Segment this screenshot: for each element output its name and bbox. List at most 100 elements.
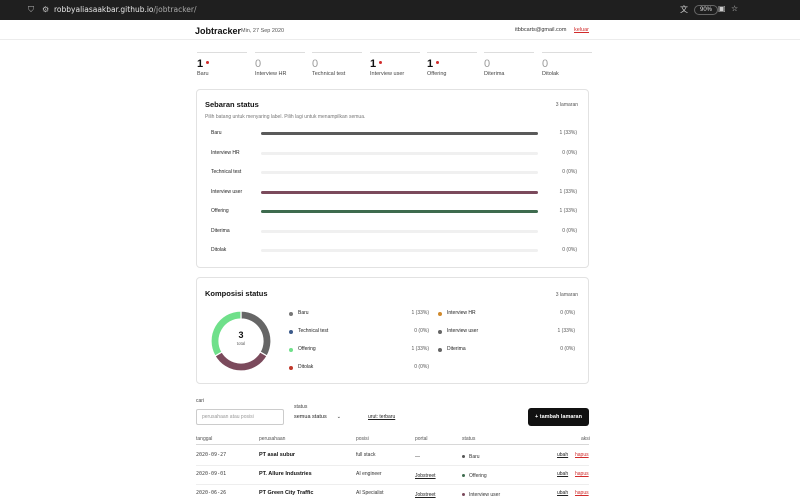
stat-diterima[interactable]: 0 Diterima <box>484 52 534 77</box>
address-bar[interactable]: robbyaliasaakbar.github.io/jobtracker/ <box>54 5 197 14</box>
bar-label: Diterima <box>211 227 230 234</box>
stat-count: 1 <box>427 58 477 70</box>
bar-value: 0 (0%) <box>562 149 577 156</box>
legend-dot-icon <box>289 330 293 334</box>
stat-count-value: 0 <box>255 58 262 70</box>
col-header-actions: aksi <box>581 436 590 442</box>
bar-row-diterima[interactable]: Diterima 0 (0%) <box>211 228 577 236</box>
alert-dot-icon <box>436 60 440 64</box>
donut-slice-interview-user <box>214 351 268 372</box>
row-status: Interview user <box>462 492 500 498</box>
row-portal: — <box>415 454 420 460</box>
url-path: /jobtracker/ <box>153 5 197 14</box>
stat-interview-user[interactable]: 1 Interview user <box>370 52 420 77</box>
translate-icon[interactable]: 文 <box>680 4 688 15</box>
bar-row-technical-test[interactable]: Technical test 0 (0%) <box>211 169 577 177</box>
browser-toolbar: ⛉ ⚙ robbyaliasaakbar.github.io/jobtracke… <box>0 0 800 20</box>
legend-interview-user: Interview user 1 (33%) <box>438 328 575 336</box>
delete-link[interactable]: hapus <box>575 452 589 458</box>
legend-dot-icon <box>289 312 293 316</box>
bar-row-baru[interactable]: Baru 1 (33%) <box>211 130 577 138</box>
stat-count-value: 0 <box>312 58 319 70</box>
bar-fill <box>261 190 538 194</box>
bar-row-interview-hr[interactable]: Interview HR 0 (0%) <box>211 150 577 158</box>
stat-ditolak[interactable]: 0 Ditolak <box>542 52 592 77</box>
bar-track <box>261 171 538 174</box>
user-email: itbbcarts@gmail.com <box>515 27 567 33</box>
stat-count-value: 0 <box>542 58 549 70</box>
stat-count-value: 1 <box>197 58 204 70</box>
status-dot-icon <box>462 474 465 478</box>
bar-row-ditolak[interactable]: Ditolak 0 (0%) <box>211 247 577 255</box>
legend-label: Offering <box>298 346 316 352</box>
current-date: Min, 27 Sep 2020 <box>241 28 285 34</box>
site-settings-icon[interactable]: ⚙ <box>42 6 50 14</box>
row-position: full stack <box>356 452 376 458</box>
bar-value: 0 (0%) <box>562 227 577 234</box>
delete-link[interactable]: hapus <box>575 471 589 477</box>
row-portal[interactable]: Jobstreet <box>415 473 436 479</box>
legend-dot-icon <box>438 330 442 334</box>
stat-offering[interactable]: 1 Offering <box>427 52 477 77</box>
bar-fill <box>261 132 538 135</box>
bar-value: 0 (0%) <box>562 247 577 253</box>
bar-value: 1 (33%) <box>559 130 577 136</box>
bar-track <box>261 229 538 233</box>
edit-link[interactable]: ubah <box>557 452 568 458</box>
status-dot-icon <box>462 455 465 459</box>
extension-icon[interactable]: ▣ <box>718 4 726 13</box>
logout-link[interactable]: keluar <box>574 27 589 33</box>
distribution-title: Sebaran status <box>205 100 259 109</box>
composition-title: Komposisi status <box>205 289 268 298</box>
legend-value: 1 (33%) <box>411 310 429 316</box>
bar-track <box>261 190 538 194</box>
status-filter-value: semua status <box>294 414 327 420</box>
add-application-button[interactable]: + tambah lamaran <box>528 408 589 426</box>
row-date: 2020-09-01 <box>196 471 227 477</box>
stat-count: 0 <box>484 58 534 70</box>
shield-icon[interactable]: ⛉ <box>28 6 36 14</box>
bar-fill <box>261 210 538 213</box>
app-brand[interactable]: Jobtracker <box>195 26 241 36</box>
legend-value: 1 (33%) <box>411 346 429 352</box>
stat-baru[interactable]: 1 Baru <box>197 52 247 77</box>
legend-interview-hr: Interview HR 0 (0%) <box>438 310 575 318</box>
stat-count: 0 <box>312 58 362 70</box>
donut-total-value: 3 <box>238 330 244 340</box>
stat-label: Baru <box>197 71 209 77</box>
col-header-portal: portal <box>415 436 428 442</box>
legend-value: 0 (0%) <box>560 310 575 316</box>
legend-label: Baru <box>298 310 309 316</box>
legend-label: Interview user <box>447 328 479 334</box>
composition-count: 3 lamaran <box>555 292 578 298</box>
row-status: Offering <box>462 473 487 479</box>
url-host: robbyaliasaakbar.github.io <box>54 5 154 14</box>
sort-toggle[interactable]: urut: terbaru <box>368 414 395 420</box>
stat-count: 0 <box>542 58 592 70</box>
stat-interview-hr[interactable]: 0 Interview HR <box>255 52 305 77</box>
row-divider <box>196 465 589 466</box>
stat-count: 1 <box>370 58 420 70</box>
status-filter-label: status <box>294 404 308 410</box>
legend-dot-icon <box>438 348 442 352</box>
bar-row-interview-user[interactable]: Interview user 1 (33%) <box>211 189 577 197</box>
donut-total-label: total <box>236 341 246 346</box>
edit-link[interactable]: ubah <box>557 471 568 477</box>
stat-technical-test[interactable]: 0 Technical test <box>312 52 362 77</box>
edit-link[interactable]: ubah <box>557 490 568 496</box>
stat-label: Technical test <box>312 71 346 77</box>
bar-label: Ditolak <box>211 247 227 253</box>
legend-diterima: Diterima 0 (0%) <box>438 346 575 354</box>
zoom-badge[interactable]: 90% <box>694 5 719 15</box>
row-date: 2020-09-27 <box>196 452 227 458</box>
search-input[interactable] <box>196 409 284 425</box>
row-position: AI Specialist <box>356 490 384 496</box>
legend-ditolak: Ditolak 0 (0%) <box>289 364 429 372</box>
row-status-label: Offering <box>469 473 487 479</box>
status-filter-select[interactable]: semua status ⌄ <box>294 414 341 420</box>
legend-value: 0 (0%) <box>560 346 575 352</box>
bookmark-star-icon[interactable]: ☆ <box>731 4 738 13</box>
row-portal[interactable]: Jobstreet <box>415 492 436 498</box>
bar-row-offering[interactable]: Offering 1 (33%) <box>211 208 577 216</box>
delete-link[interactable]: hapus <box>575 490 589 496</box>
